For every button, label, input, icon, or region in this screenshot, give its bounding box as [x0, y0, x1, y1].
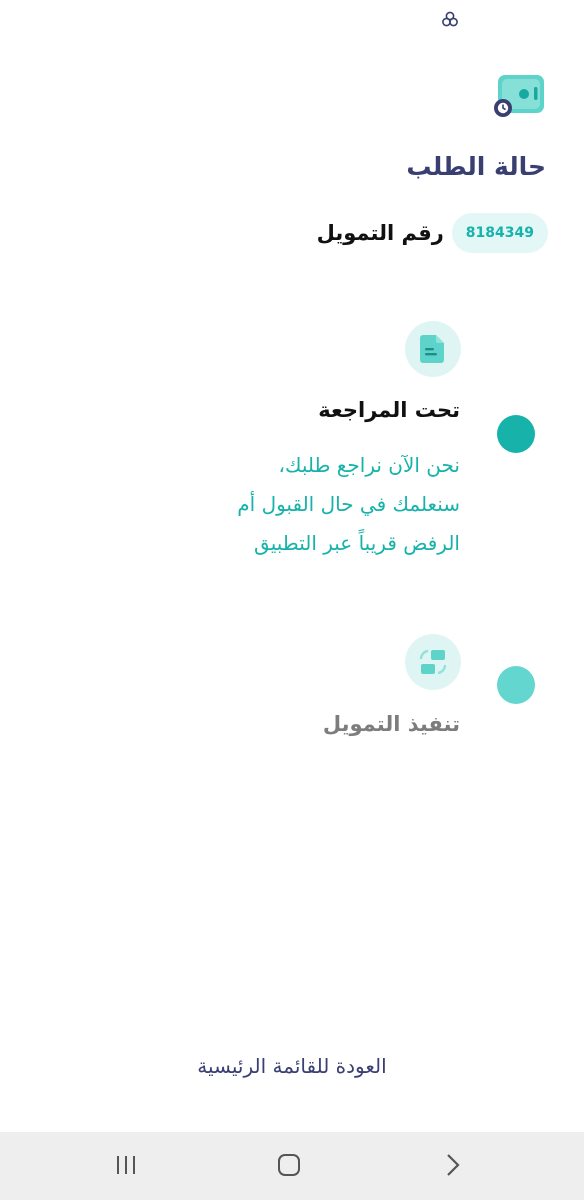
reference-number-badge: 8184349 — [451, 213, 548, 253]
step-indicator-pending — [497, 666, 535, 704]
home-icon[interactable] — [277, 1153, 301, 1177]
reference-label: رقم التمويل — [316, 221, 444, 245]
step-review-title: تحت المراجعة — [318, 398, 460, 422]
description-line: سنعلمك في حال القبول أم — [237, 492, 460, 516]
back-icon[interactable] — [444, 1153, 462, 1177]
system-navigation-bar — [0, 1132, 584, 1200]
review-step-icon-badge — [405, 321, 461, 377]
description-line: الرفض قريباً عبر التطبيق — [254, 531, 460, 555]
page-title: حالة الطلب — [406, 152, 546, 181]
execution-step-icon-badge — [405, 634, 461, 690]
step-execution-title: تنفيذ التمويل — [322, 712, 460, 736]
step-indicator-active — [497, 415, 535, 453]
description-line: نحن الآن نراجع طلبك، — [278, 453, 460, 477]
recent-apps-icon[interactable] — [115, 1154, 137, 1176]
step-review-description: نحن الآن نراجع طلبك، سنعلمك في حال القبو… — [140, 446, 460, 563]
document-icon — [420, 335, 444, 363]
brand-logo-icon — [442, 11, 458, 27]
transfer-icon — [419, 649, 447, 675]
wallet-status-icon — [494, 75, 544, 117]
back-to-home-link[interactable]: العودة للقائمة الرئيسية — [0, 1054, 584, 1078]
reference-row: رقم التمويل 8184349 — [317, 213, 548, 253]
